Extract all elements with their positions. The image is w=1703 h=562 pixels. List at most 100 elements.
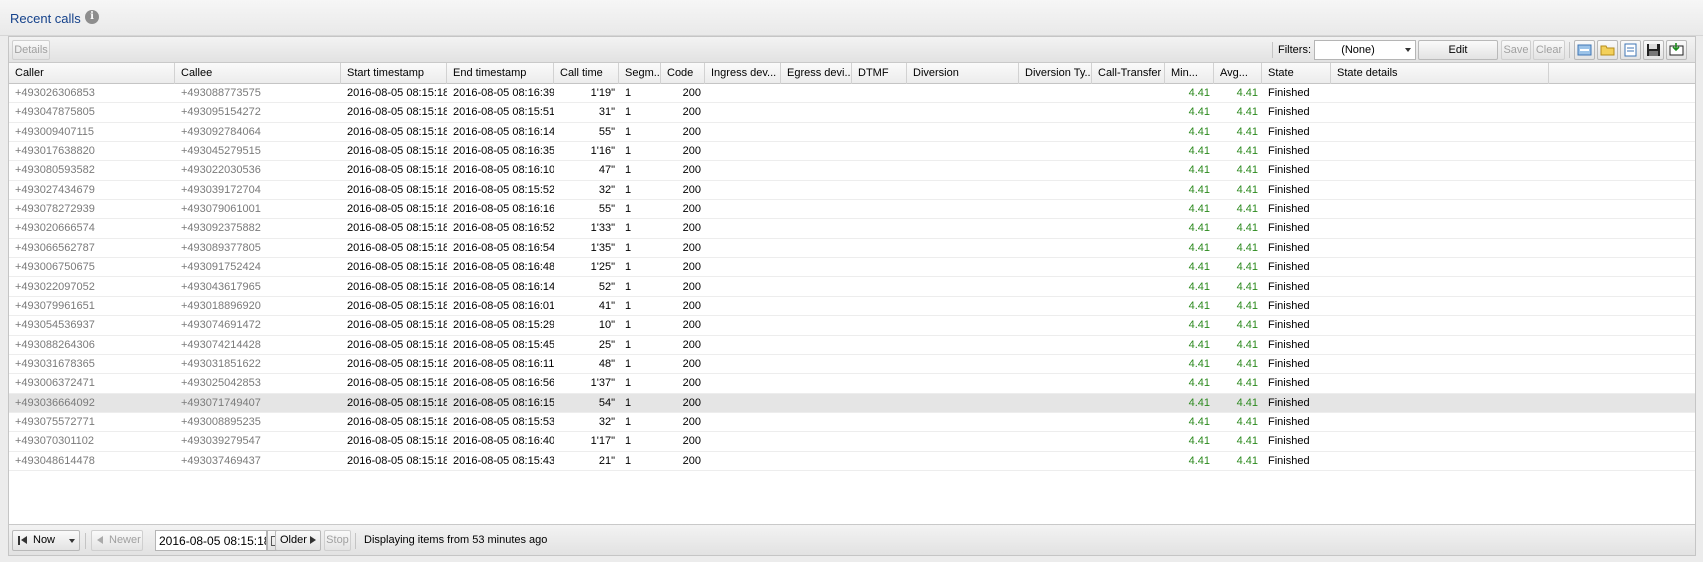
- open-folder-icon[interactable]: [1597, 40, 1618, 60]
- cell-callee: +493045279515: [181, 145, 261, 158]
- column-header-min[interactable]: Min...: [1165, 63, 1214, 84]
- cell-state: Finished: [1268, 357, 1310, 370]
- cell-segments: 1: [625, 164, 632, 177]
- column-header-end-timestamp[interactable]: End timestamp: [447, 63, 554, 84]
- edit-advanced-button[interactable]: Edit Advanced...: [1418, 40, 1498, 74]
- table-row[interactable]: +493078272939 +493079061001 2016-08-05 08:…: [9, 200, 1695, 220]
- column-header-segments[interactable]: Segm...: [619, 63, 661, 84]
- column-header-start-timestamp[interactable]: Start timestamp: [341, 63, 447, 84]
- table-row[interactable]: +493048614478 +493037469437 2016-08-05 08:…: [9, 452, 1695, 471]
- cell-state: Finished: [1268, 454, 1310, 467]
- cell-state: Finished: [1268, 280, 1310, 293]
- table-row[interactable]: +493047875805 +493095154272 2016-08-05 08:…: [9, 103, 1695, 123]
- cell-callee: +493091752424: [181, 261, 261, 274]
- column-header-call-time[interactable]: Call time: [554, 63, 619, 84]
- clear-button[interactable]: Clear: [1533, 40, 1565, 60]
- table-row[interactable]: +493036664092 +493071749407 2016-08-05 08:…: [9, 393, 1695, 413]
- edit-document-icon[interactable]: [1620, 40, 1641, 60]
- cell-caller: +493047875805: [15, 106, 95, 119]
- table-row[interactable]: +493026306853 +493088773575 2016-08-05 08:…: [9, 84, 1695, 104]
- table-row[interactable]: +493075572771 +493008895235 2016-08-05 08:…: [9, 413, 1695, 433]
- filters-value: (None): [1341, 44, 1375, 56]
- table-row[interactable]: +493020666574 +493092375882 2016-08-05 08:…: [9, 219, 1695, 239]
- table-row[interactable]: +493022097052 +493043617965 2016-08-05 08:…: [9, 278, 1695, 297]
- export-icon[interactable]: [1666, 40, 1687, 60]
- table-row[interactable]: +493066562787 +493089377805 2016-08-05 08:…: [9, 239, 1695, 259]
- cell-code: 200: [682, 338, 701, 351]
- table-row[interactable]: +493017638820 +493045279515 2016-08-05 08:…: [9, 142, 1695, 162]
- table-row[interactable]: +493006372471 +493025042853 2016-08-05 08:…: [9, 374, 1695, 394]
- cell-state: Finished: [1268, 183, 1310, 196]
- column-header-code[interactable]: Code: [661, 63, 705, 84]
- column-header-avg[interactable]: Avg...: [1214, 63, 1262, 84]
- cell-callee: +493043617965: [181, 280, 261, 293]
- cell-end-timestamp: 2016-08-05 08:16:10: [453, 164, 554, 177]
- table-row[interactable]: +493088264306 +493074214428 2016-08-05 08:…: [9, 336, 1695, 355]
- cell-end-timestamp: 2016-08-05 08:15:53: [453, 415, 554, 428]
- now-button[interactable]: Now: [12, 530, 80, 551]
- timestamp-input[interactable]: [155, 530, 267, 551]
- column-header-egress-device[interactable]: Egress devi...: [781, 63, 852, 84]
- filters-select[interactable]: (None): [1314, 40, 1416, 60]
- cell-code: 200: [682, 241, 701, 254]
- column-header-state-details[interactable]: State details: [1331, 63, 1549, 84]
- save-button[interactable]: Save: [1501, 40, 1531, 60]
- cell-code: 200: [682, 357, 701, 370]
- cell-code: 200: [682, 377, 701, 390]
- column-header-ingress-device[interactable]: Ingress dev...: [705, 63, 781, 84]
- cell-code: 200: [682, 261, 701, 274]
- cell-segments: 1: [625, 106, 632, 119]
- info-icon[interactable]: i: [85, 10, 99, 24]
- table-row[interactable]: +493006750675 +493091752424 2016-08-05 08:…: [9, 258, 1695, 278]
- table-row[interactable]: +493054536937 +493074691472 2016-08-05 08:…: [9, 316, 1695, 336]
- cell-caller: +493036664092: [15, 396, 95, 409]
- save-disk-icon[interactable]: [1643, 40, 1664, 60]
- cell-segments: 1: [625, 338, 632, 351]
- cell-code: 200: [682, 125, 701, 138]
- cell-state: Finished: [1268, 203, 1310, 216]
- table-row[interactable]: +493009407115 +493092784064 2016-08-05 08:…: [9, 123, 1695, 143]
- cell-min: 4.41: [1188, 145, 1210, 158]
- older-button[interactable]: Older: [275, 530, 321, 551]
- column-header-callee[interactable]: Callee: [175, 63, 341, 84]
- cell-callee: +493092784064: [181, 125, 261, 138]
- cell-state: Finished: [1268, 125, 1310, 138]
- newer-button[interactable]: Newer: [91, 530, 143, 551]
- cell-call-time: 25": [598, 338, 615, 351]
- cell-state: Finished: [1268, 435, 1310, 448]
- stop-button[interactable]: Stop: [324, 530, 351, 551]
- recent-calls-panel: Recent calls i Details Filters: (None) E…: [0, 0, 1703, 562]
- column-header-dtmf[interactable]: DTMF: [852, 63, 907, 84]
- column-header-caller[interactable]: Caller: [9, 63, 175, 84]
- cell-caller: +493006750675: [15, 261, 95, 274]
- cell-state: Finished: [1268, 377, 1310, 390]
- table-row[interactable]: +493027434679 +493039172704 2016-08-05 08:…: [9, 181, 1695, 201]
- cell-end-timestamp: 2016-08-05 08:16:15: [453, 396, 554, 409]
- table-row[interactable]: +493031678365 +493031851622 2016-08-05 08:…: [9, 355, 1695, 375]
- cell-end-timestamp: 2016-08-05 08:16:11: [453, 357, 554, 370]
- details-button[interactable]: Details: [12, 40, 50, 60]
- table-row[interactable]: +493079961651 +493018896920 2016-08-05 08:…: [9, 297, 1695, 317]
- cell-end-timestamp: 2016-08-05 08:15:29: [453, 319, 554, 332]
- table-row[interactable]: +493070301102 +493039279547 2016-08-05 08:…: [9, 432, 1695, 452]
- column-header-state[interactable]: State: [1262, 63, 1331, 84]
- toolbar: Details Filters: (None) Edit Advanced...…: [9, 37, 1695, 74]
- cell-call-time: 32": [598, 415, 615, 428]
- column-header-diversion-type[interactable]: Diversion Ty...: [1019, 63, 1092, 84]
- cell-avg: 4.41: [1236, 261, 1258, 274]
- cell-min: 4.41: [1188, 299, 1210, 312]
- cell-code: 200: [682, 415, 701, 428]
- column-header-call-transfer[interactable]: Call-Transfer: [1092, 63, 1165, 84]
- cell-segments: 1: [625, 357, 632, 370]
- cell-min: 4.41: [1188, 338, 1210, 351]
- column-header-diversion[interactable]: Diversion: [907, 63, 1019, 84]
- cell-start-timestamp: 2016-08-05 08:15:18: [347, 415, 447, 428]
- cell-avg: 4.41: [1236, 222, 1258, 235]
- table-row[interactable]: +493080593582 +493022030536 2016-08-05 08:…: [9, 161, 1695, 181]
- cell-min: 4.41: [1188, 415, 1210, 428]
- refresh-icon[interactable]: [1574, 40, 1595, 60]
- cell-start-timestamp: 2016-08-05 08:15:18: [347, 183, 447, 196]
- cell-end-timestamp: 2016-08-05 08:16:56: [453, 377, 554, 390]
- cell-caller: +493006372471: [15, 377, 95, 390]
- cell-call-time: 48": [598, 357, 615, 370]
